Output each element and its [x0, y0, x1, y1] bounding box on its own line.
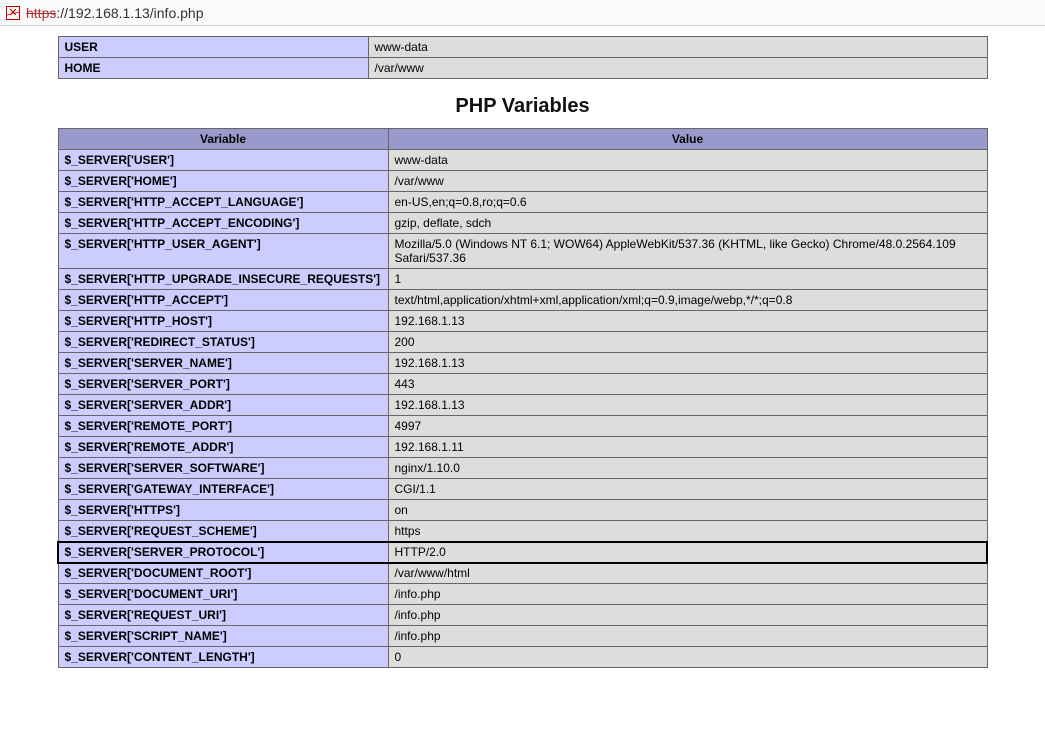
- var-name: $_SERVER['DOCUMENT_URI']: [58, 584, 388, 605]
- header-variable: Variable: [58, 129, 388, 150]
- var-name: $_SERVER['SERVER_NAME']: [58, 353, 388, 374]
- table-row: $_SERVER['DOCUMENT_ROOT']/var/www/html: [58, 563, 987, 584]
- table-row: $_SERVER['HTTP_ACCEPT_ENCODING']gzip, de…: [58, 213, 987, 234]
- var-name: $_SERVER['SERVER_SOFTWARE']: [58, 458, 388, 479]
- table-row: $_SERVER['SERVER_PROTOCOL']HTTP/2.0: [58, 542, 987, 563]
- var-value: HTTP/2.0: [388, 542, 987, 563]
- table-row: $_SERVER['REDIRECT_STATUS']200: [58, 332, 987, 353]
- table-row: $_SERVER['HOME']/var/www: [58, 171, 987, 192]
- table-row: $_SERVER['SERVER_NAME']192.168.1.13: [58, 353, 987, 374]
- var-name: $_SERVER['HTTP_ACCEPT_LANGUAGE']: [58, 192, 388, 213]
- var-name: $_SERVER['HTTP_HOST']: [58, 311, 388, 332]
- var-name: $_SERVER['GATEWAY_INTERFACE']: [58, 479, 388, 500]
- var-value: /var/www/html: [388, 563, 987, 584]
- table-row: $_SERVER['SCRIPT_NAME']/info.php: [58, 626, 987, 647]
- table-row: USERwww-data: [58, 37, 987, 58]
- address-bar[interactable]: ✕ https://192.168.1.13/info.php: [0, 0, 1045, 26]
- var-value: /info.php: [388, 605, 987, 626]
- env-val: /var/www: [368, 58, 987, 79]
- php-variables-table: Variable Value $_SERVER['USER']www-data$…: [58, 128, 988, 668]
- table-row: $_SERVER['CONTENT_LENGTH']0: [58, 647, 987, 668]
- var-name: $_SERVER['REQUEST_URI']: [58, 605, 388, 626]
- section-title: PHP Variables: [58, 95, 988, 118]
- var-value: 192.168.1.13: [388, 353, 987, 374]
- environment-table: USERwww-dataHOME/var/www: [58, 36, 988, 79]
- table-row: $_SERVER['REQUEST_URI']/info.php: [58, 605, 987, 626]
- var-value: 0: [388, 647, 987, 668]
- url-rest: ://192.168.1.13/info.php: [56, 5, 203, 21]
- table-row: $_SERVER['HTTP_ACCEPT_LANGUAGE']en-US,en…: [58, 192, 987, 213]
- url-text[interactable]: https://192.168.1.13/info.php: [26, 5, 203, 21]
- var-name: $_SERVER['HTTPS']: [58, 500, 388, 521]
- url-scheme: https: [26, 5, 56, 21]
- header-value: Value: [388, 129, 987, 150]
- table-row: $_SERVER['HTTPS']on: [58, 500, 987, 521]
- var-value: text/html,application/xhtml+xml,applicat…: [388, 290, 987, 311]
- table-row: $_SERVER['GATEWAY_INTERFACE']CGI/1.1: [58, 479, 987, 500]
- var-name: $_SERVER['DOCUMENT_ROOT']: [58, 563, 388, 584]
- table-row: $_SERVER['REMOTE_ADDR']192.168.1.11: [58, 437, 987, 458]
- var-value: 4997: [388, 416, 987, 437]
- table-row: $_SERVER['HTTP_ACCEPT']text/html,applica…: [58, 290, 987, 311]
- var-name: $_SERVER['HOME']: [58, 171, 388, 192]
- var-name: $_SERVER['REMOTE_ADDR']: [58, 437, 388, 458]
- var-value: en-US,en;q=0.8,ro;q=0.6: [388, 192, 987, 213]
- table-row: $_SERVER['SERVER_SOFTWARE']nginx/1.10.0: [58, 458, 987, 479]
- table-row: $_SERVER['SERVER_ADDR']192.168.1.13: [58, 395, 987, 416]
- table-row: $_SERVER['HTTP_UPGRADE_INSECURE_REQUESTS…: [58, 269, 987, 290]
- var-value: www-data: [388, 150, 987, 171]
- var-value: nginx/1.10.0: [388, 458, 987, 479]
- table-row: $_SERVER['USER']www-data: [58, 150, 987, 171]
- https-error-icon: ✕: [6, 6, 20, 20]
- var-value: Mozilla/5.0 (Windows NT 6.1; WOW64) Appl…: [388, 234, 987, 269]
- table-row: $_SERVER['REQUEST_SCHEME']https: [58, 521, 987, 542]
- var-value: 192.168.1.11: [388, 437, 987, 458]
- var-name: $_SERVER['USER']: [58, 150, 388, 171]
- var-name: $_SERVER['SCRIPT_NAME']: [58, 626, 388, 647]
- var-name: $_SERVER['HTTP_ACCEPT']: [58, 290, 388, 311]
- var-name: $_SERVER['SERVER_PROTOCOL']: [58, 542, 388, 563]
- var-name: $_SERVER['SERVER_PORT']: [58, 374, 388, 395]
- var-name: $_SERVER['HTTP_ACCEPT_ENCODING']: [58, 213, 388, 234]
- var-value: 200: [388, 332, 987, 353]
- var-name: $_SERVER['REMOTE_PORT']: [58, 416, 388, 437]
- env-key: HOME: [58, 58, 368, 79]
- table-row: $_SERVER['REMOTE_PORT']4997: [58, 416, 987, 437]
- var-name: $_SERVER['CONTENT_LENGTH']: [58, 647, 388, 668]
- table-row: $_SERVER['DOCUMENT_URI']/info.php: [58, 584, 987, 605]
- table-row: HOME/var/www: [58, 58, 987, 79]
- table-row: $_SERVER['SERVER_PORT']443: [58, 374, 987, 395]
- table-row: $_SERVER['HTTP_HOST']192.168.1.13: [58, 311, 987, 332]
- env-key: USER: [58, 37, 368, 58]
- var-name: $_SERVER['HTTP_USER_AGENT']: [58, 234, 388, 269]
- var-value: 443: [388, 374, 987, 395]
- var-value: /var/www: [388, 171, 987, 192]
- env-val: www-data: [368, 37, 987, 58]
- table-row: $_SERVER['HTTP_USER_AGENT']Mozilla/5.0 (…: [58, 234, 987, 269]
- var-value: 192.168.1.13: [388, 395, 987, 416]
- var-value: CGI/1.1: [388, 479, 987, 500]
- var-value: gzip, deflate, sdch: [388, 213, 987, 234]
- var-value: 1: [388, 269, 987, 290]
- var-name: $_SERVER['REDIRECT_STATUS']: [58, 332, 388, 353]
- var-name: $_SERVER['REQUEST_SCHEME']: [58, 521, 388, 542]
- var-value: on: [388, 500, 987, 521]
- var-value: https: [388, 521, 987, 542]
- var-value: /info.php: [388, 584, 987, 605]
- var-value: 192.168.1.13: [388, 311, 987, 332]
- var-name: $_SERVER['HTTP_UPGRADE_INSECURE_REQUESTS…: [58, 269, 388, 290]
- var-name: $_SERVER['SERVER_ADDR']: [58, 395, 388, 416]
- var-value: /info.php: [388, 626, 987, 647]
